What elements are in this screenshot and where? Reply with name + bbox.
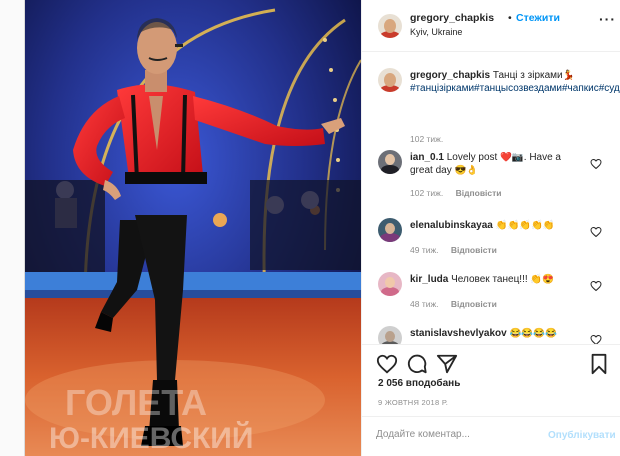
likes-count[interactable]: 2 056 вподобань	[378, 378, 460, 389]
comment-username[interactable]: ian_0.1	[410, 152, 444, 163]
caption-time[interactable]: 102 тиж.	[410, 134, 443, 144]
dancer-emoji: 💃	[562, 70, 575, 81]
like-comment-heart-icon[interactable]	[590, 280, 602, 292]
photo-watermark-bottom: Ю-КИЕВСКИЙ	[49, 421, 253, 455]
comment-text: Lovely post	[446, 152, 498, 163]
like-comment-heart-icon[interactable]	[590, 226, 602, 238]
comment-username[interactable]: kir_luda	[410, 274, 448, 285]
comment-emoji: 👏😍	[530, 274, 555, 285]
avatar[interactable]	[378, 218, 402, 242]
post-header: gregory_chapkis • Стежити Kyiv, Ukraine …	[362, 0, 620, 52]
comments-list[interactable]: gregory_chapkis Танці з зірками💃 #танціз…	[362, 52, 620, 344]
caption-username[interactable]: gregory_chapkis	[410, 70, 490, 81]
comment-item: stanislavshevlyakov 😂😂😂😂	[378, 326, 614, 344]
comment-time[interactable]: 49 тиж.	[410, 245, 439, 255]
post-author-username[interactable]: gregory_chapkis	[410, 12, 494, 24]
more-options-icon[interactable]: ···	[599, 12, 616, 26]
dancer-photo: ГОЛЕТА Ю-КИЕВСКИЙ	[25, 0, 361, 456]
comment-input[interactable]	[376, 429, 526, 440]
heart-icon[interactable]	[376, 353, 398, 375]
caption-avatar[interactable]	[378, 68, 402, 92]
comment-item: ian_0.1 Lovely post ❤️📷. Have a great da…	[378, 150, 614, 202]
share-icon[interactable]	[436, 353, 458, 375]
caption-text: Танці з зірками	[492, 70, 563, 81]
avatar[interactable]	[378, 326, 402, 344]
comment-emoji: ❤️📷	[500, 152, 524, 163]
comment-icon[interactable]	[406, 353, 428, 375]
follow-button[interactable]: Стежити	[516, 12, 560, 24]
comment-emoji-2: 😎👌	[454, 164, 479, 176]
comment-emoji: 😂😂😂😂	[509, 328, 557, 339]
photo-watermark-top: ГОЛЕТА	[65, 382, 207, 423]
comment-emoji: 👏👏👏👏👏	[495, 220, 555, 231]
reply-button[interactable]: Відповісти	[456, 188, 502, 198]
comment-item: kir_luda Человек танец!!! 👏😍 48 тиж. Від…	[378, 272, 614, 312]
comment-username[interactable]: stanislavshevlyakov	[410, 328, 507, 339]
add-comment-section: Опублікувати	[362, 416, 620, 456]
comment-text: Человек танец!!!	[451, 274, 528, 285]
reply-button[interactable]: Відповісти	[451, 299, 497, 309]
reply-button[interactable]: Відповісти	[451, 245, 497, 255]
post-details-panel: gregory_chapkis • Стежити Kyiv, Ukraine …	[361, 0, 620, 456]
avatar[interactable]	[378, 14, 402, 38]
publish-button[interactable]: Опублікувати	[548, 430, 616, 441]
header-separator: •	[508, 12, 512, 24]
comment-username[interactable]: elenalubinskayaa	[410, 220, 493, 231]
like-comment-heart-icon[interactable]	[590, 334, 602, 344]
comment-item: elenalubinskayaa 👏👏👏👏👏 49 тиж. Відповіст…	[378, 218, 614, 258]
avatar[interactable]	[378, 150, 402, 174]
post-location[interactable]: Kyiv, Ukraine	[410, 27, 462, 37]
instagram-post: ГОЛЕТА Ю-КИЕВСКИЙ gregory_chapkis • Стеж…	[24, 0, 620, 456]
comment-time[interactable]: 48 тиж.	[410, 299, 439, 309]
comment-time[interactable]: 102 тиж.	[410, 188, 443, 198]
caption-hashtags[interactable]: #танцізірками#танцысозвездами#чапкис#суд…	[410, 83, 620, 94]
post-photo[interactable]: ГОЛЕТА Ю-КИЕВСКИЙ	[25, 0, 361, 456]
like-comment-heart-icon[interactable]	[590, 158, 602, 170]
avatar[interactable]	[378, 272, 402, 296]
bookmark-icon[interactable]	[588, 353, 610, 375]
post-date[interactable]: 9 ЖОВТНЯ 2018 Р.	[378, 398, 448, 407]
